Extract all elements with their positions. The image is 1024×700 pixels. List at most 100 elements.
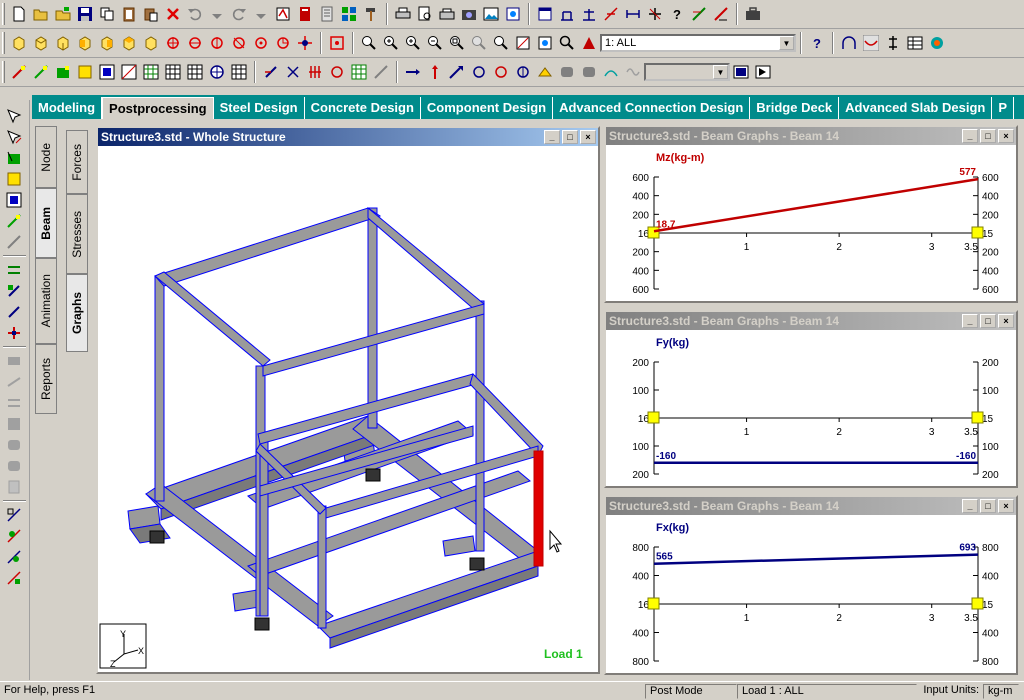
- select-geometry-icon[interactable]: [6, 213, 22, 229]
- print-icon[interactable]: [395, 6, 411, 22]
- select-beams-icon[interactable]: [6, 129, 22, 145]
- fy-force-icon[interactable]: [427, 64, 443, 80]
- split-beam-icon[interactable]: [647, 6, 663, 22]
- side-tab-forces[interactable]: Forces: [66, 130, 88, 194]
- spin-left-icon[interactable]: [253, 35, 269, 51]
- deflection-icon[interactable]: [863, 35, 879, 51]
- display-window-icon[interactable]: [329, 35, 345, 51]
- tab-concrete-design[interactable]: Concrete Design: [305, 97, 421, 119]
- zoom-previous-icon[interactable]: [471, 35, 487, 51]
- side-tab-reports[interactable]: Reports: [35, 344, 57, 414]
- grid-view-icon[interactable]: [143, 64, 159, 80]
- toolbar-grip[interactable]: [2, 32, 5, 54]
- open-folder-icon[interactable]: [33, 6, 49, 22]
- left-view-icon[interactable]: [77, 35, 93, 51]
- surface-cursor-icon[interactable]: [99, 64, 115, 80]
- display-frame-icon[interactable]: [733, 64, 749, 80]
- bottom-view-icon[interactable]: [143, 35, 159, 51]
- toolbar-grip[interactable]: [2, 61, 5, 83]
- table-icon[interactable]: [907, 35, 923, 51]
- close-button[interactable]: ×: [998, 129, 1014, 143]
- camera-icon[interactable]: [461, 6, 477, 22]
- table-view-icon[interactable]: [187, 64, 203, 80]
- undo-icon[interactable]: [187, 6, 203, 22]
- side-tab-node[interactable]: Node: [35, 126, 57, 188]
- results-select[interactable]: ▼: [644, 63, 730, 81]
- select-solids-icon[interactable]: [6, 171, 22, 187]
- tab-modeling[interactable]: Modeling: [32, 97, 103, 119]
- select-inverse-icon[interactable]: [6, 528, 22, 544]
- zoom-out-icon[interactable]: [427, 35, 443, 51]
- copy-icon[interactable]: [99, 6, 115, 22]
- rotate-up-icon[interactable]: [165, 35, 181, 51]
- close-button[interactable]: ×: [998, 314, 1014, 328]
- help-question-icon[interactable]: ?: [669, 6, 685, 22]
- my-moment-icon[interactable]: [493, 64, 509, 80]
- magnify-icon[interactable]: [559, 35, 575, 51]
- select-group-icon[interactable]: [6, 283, 22, 299]
- side-tab-beam[interactable]: Beam: [35, 188, 57, 258]
- render-icon[interactable]: [929, 35, 945, 51]
- minimize-button[interactable]: _: [962, 499, 978, 513]
- undo-list-icon[interactable]: [209, 6, 225, 22]
- mesh-view-icon[interactable]: [165, 64, 181, 80]
- picture-album-icon[interactable]: [505, 6, 521, 22]
- column-icon[interactable]: [885, 35, 901, 51]
- add-beam-icon[interactable]: [581, 6, 597, 22]
- structure-window[interactable]: Structure3.std - Whole Structure _ □ × Y…: [96, 126, 600, 674]
- beam-select-icon[interactable]: [263, 64, 279, 80]
- sphere-icon[interactable]: [209, 64, 225, 80]
- back-view-icon[interactable]: [55, 35, 71, 51]
- structure-3d-view[interactable]: Y Z X Load 1: [98, 146, 598, 672]
- insert-node-icon[interactable]: [625, 6, 641, 22]
- tab-component-design[interactable]: Component Design: [421, 97, 554, 119]
- tab-advanced-slab-design[interactable]: Advanced Slab Design: [839, 97, 993, 119]
- isolate-view-icon[interactable]: [515, 35, 531, 51]
- structure-window-titlebar[interactable]: Structure3.std - Whole Structure _ □ ×: [98, 128, 598, 146]
- beam-cross-icon[interactable]: [307, 64, 323, 80]
- stress-icon[interactable]: [537, 64, 553, 80]
- minimize-button[interactable]: _: [544, 130, 560, 144]
- save-icon[interactable]: [77, 6, 93, 22]
- side-tab-animation[interactable]: Animation: [35, 258, 57, 344]
- graph-window-titlebar[interactable]: Structure3.std - Beam Graphs - Beam 14 _…: [606, 312, 1016, 330]
- solid-cursor-icon[interactable]: [77, 64, 93, 80]
- graph-window-fx[interactable]: Structure3.std - Beam Graphs - Beam 14 _…: [604, 495, 1018, 675]
- top-view-icon[interactable]: [121, 35, 137, 51]
- beam-parallel-icon[interactable]: [285, 64, 301, 80]
- select-parallel-icon[interactable]: [6, 262, 22, 278]
- select-by-list-icon[interactable]: [6, 507, 22, 523]
- chevron-down-icon[interactable]: ▼: [713, 65, 728, 79]
- check-edit-icon[interactable]: [275, 6, 291, 22]
- grid-settings-icon[interactable]: [341, 6, 357, 22]
- delete-icon[interactable]: [165, 6, 181, 22]
- graph-window-fy[interactable]: Structure3.std - Beam Graphs - Beam 14 _…: [604, 310, 1018, 488]
- snap-node-icon[interactable]: [559, 6, 575, 22]
- minimize-button[interactable]: _: [962, 314, 978, 328]
- check-icon[interactable]: [691, 6, 707, 22]
- animation-icon[interactable]: [755, 64, 771, 80]
- paste-icon[interactable]: [143, 6, 159, 22]
- print-setup-icon[interactable]: [439, 6, 455, 22]
- new-file-icon[interactable]: [11, 6, 27, 22]
- display-options-icon[interactable]: [537, 35, 553, 51]
- clipboard-icon[interactable]: [121, 6, 137, 22]
- mx-moment-icon[interactable]: [471, 64, 487, 80]
- select-property-icon[interactable]: [6, 325, 22, 341]
- zoom-all-icon[interactable]: [449, 35, 465, 51]
- zoom-in-icon[interactable]: [405, 35, 421, 51]
- deflection-view-icon[interactable]: [603, 64, 619, 80]
- connect-beam-icon[interactable]: [603, 6, 619, 22]
- spin-right-icon[interactable]: [275, 35, 291, 51]
- grid-select-icon[interactable]: [351, 64, 367, 80]
- tab-steel-design[interactable]: Steel Design: [214, 97, 305, 119]
- toolbox-icon[interactable]: [745, 6, 761, 22]
- sectional-view-icon[interactable]: [581, 35, 597, 51]
- tab-postprocessing[interactable]: Postprocessing: [102, 97, 214, 119]
- fx-force-icon[interactable]: [405, 64, 421, 80]
- selected-beam-14[interactable]: [533, 450, 544, 567]
- close-button[interactable]: ×: [998, 499, 1014, 513]
- matrix-icon[interactable]: [231, 64, 247, 80]
- graph-window-titlebar[interactable]: Structure3.std - Beam Graphs - Beam 14 _…: [606, 127, 1016, 145]
- maximize-button[interactable]: □: [562, 130, 578, 144]
